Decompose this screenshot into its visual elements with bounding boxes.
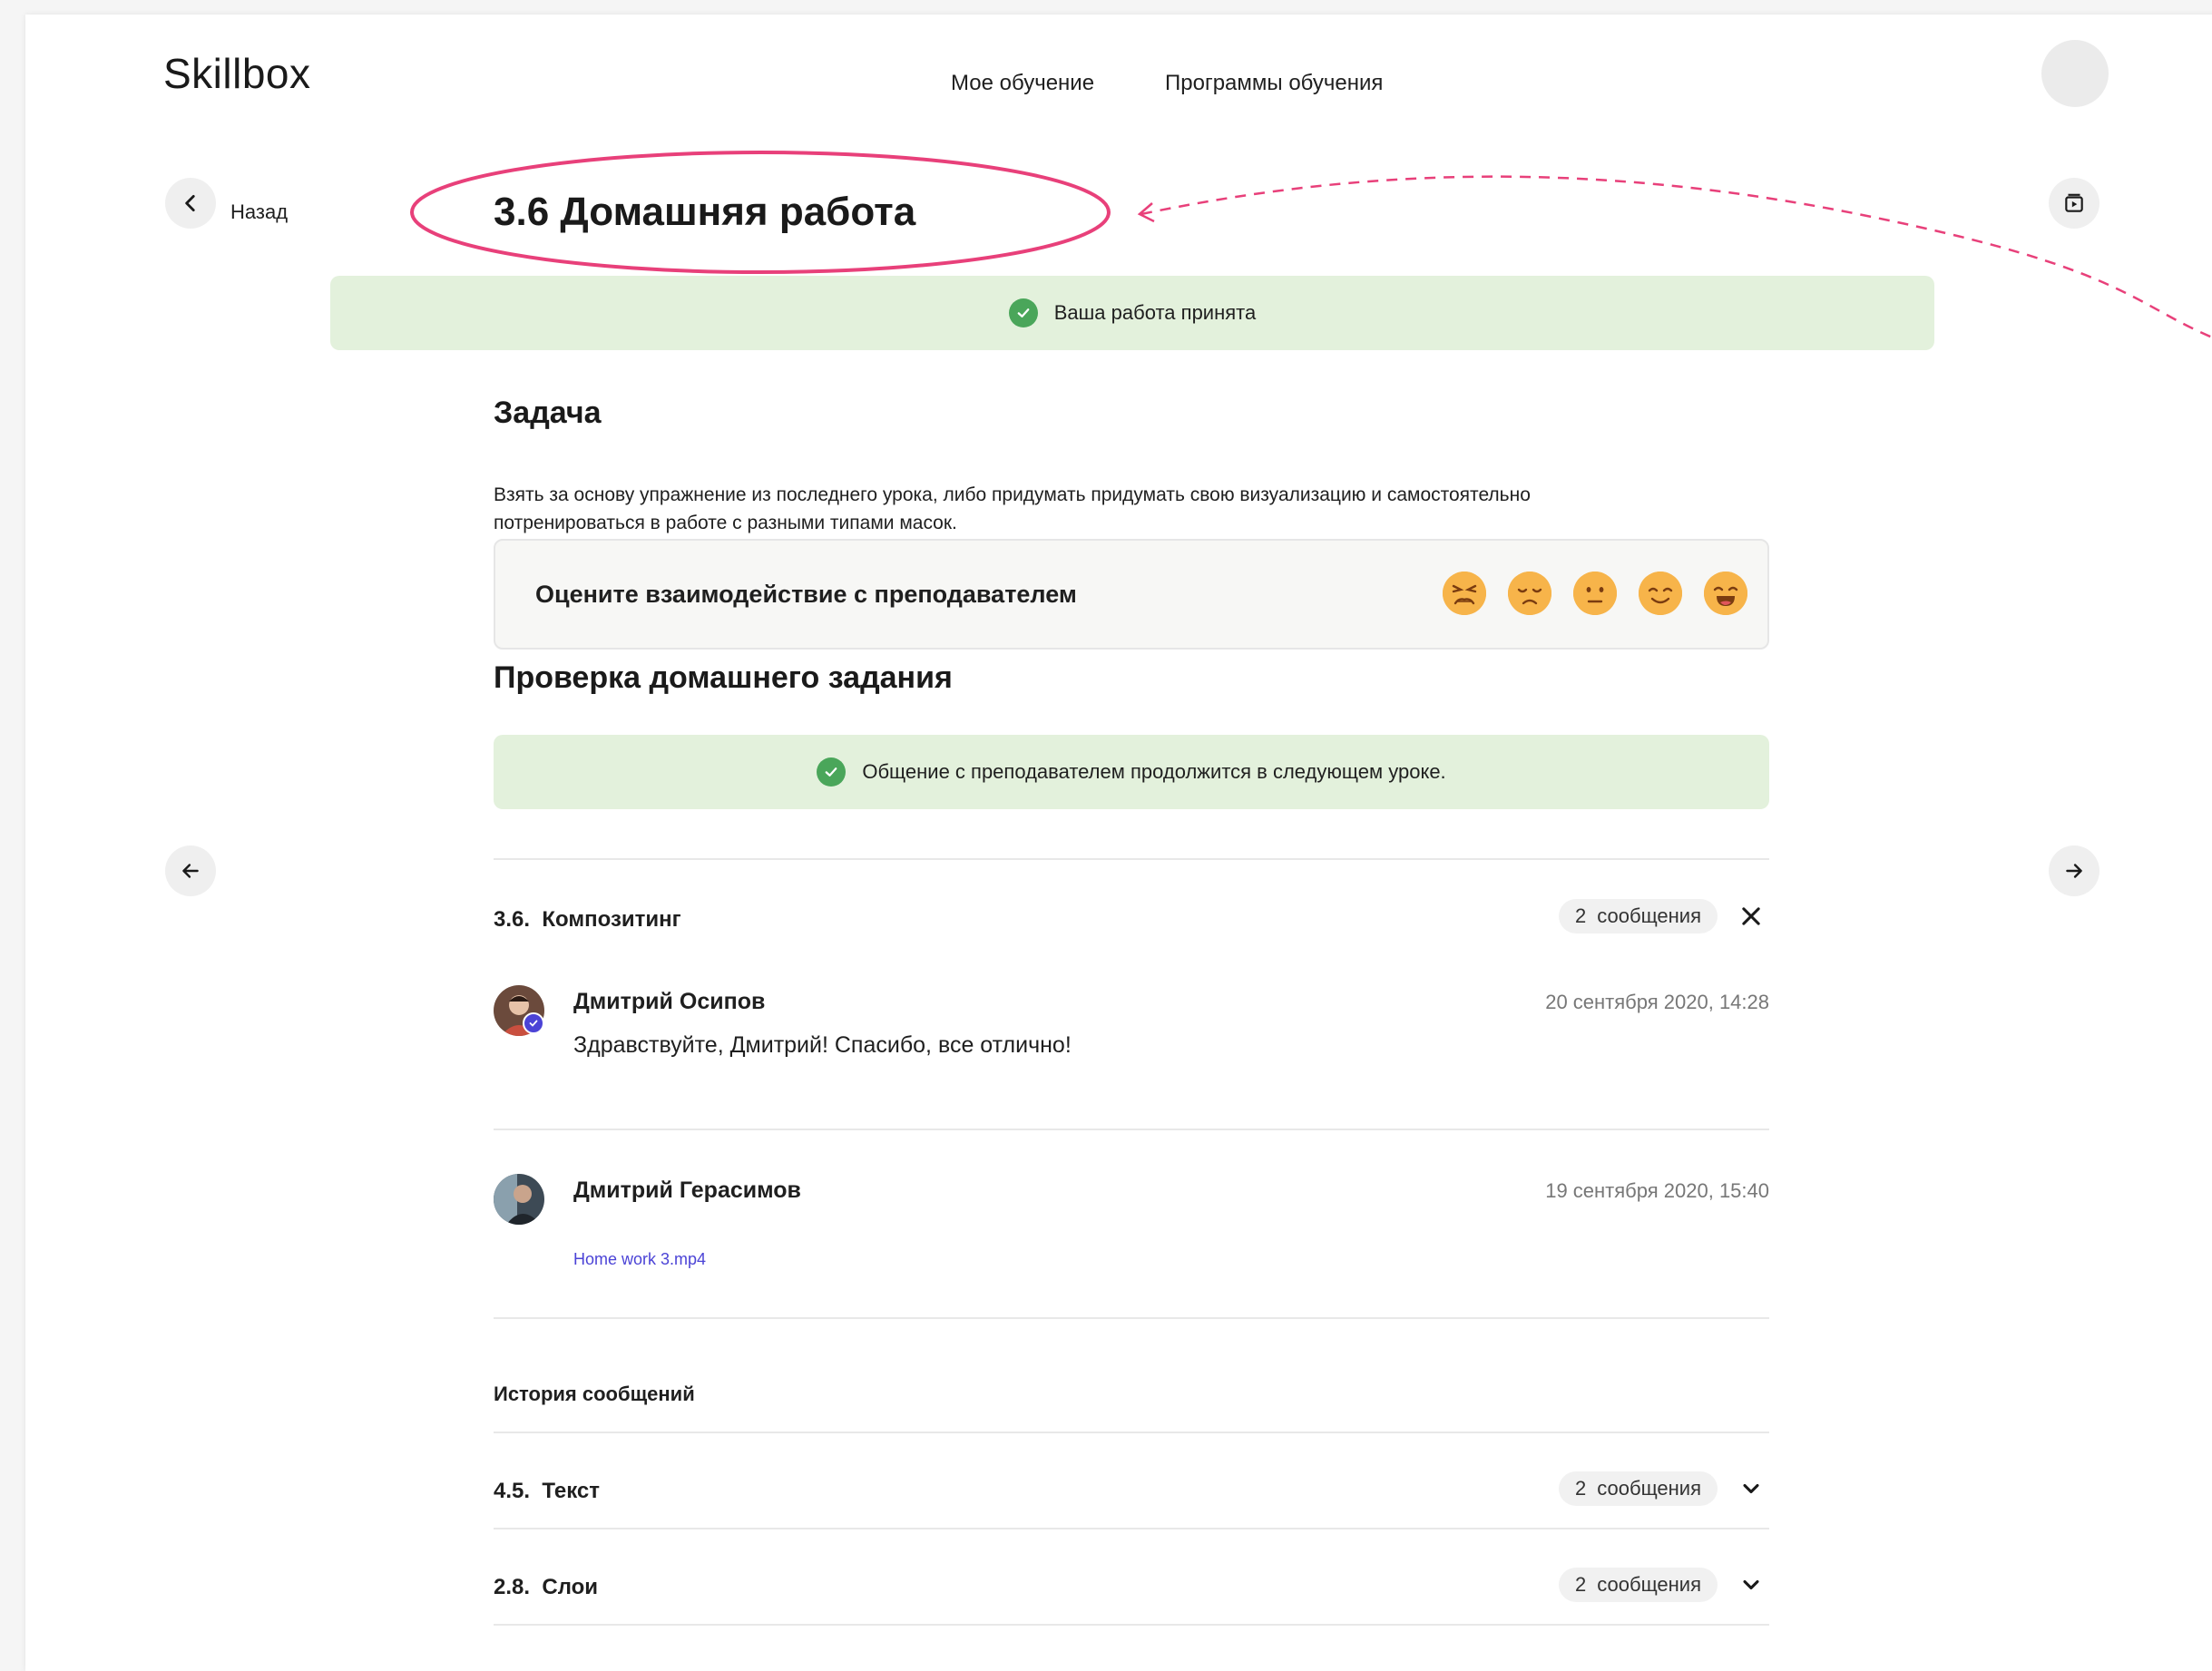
- chevron-down-icon: [1743, 1483, 1759, 1494]
- close-icon: [1742, 907, 1760, 925]
- history-item-number: 4.5.: [494, 1479, 531, 1503]
- message-text: Здравствуйте, Дмитрий! Спасибо, все отли…: [573, 1032, 1072, 1058]
- rating-panel: Оцените взаимодействие с преподавателем: [494, 539, 1769, 650]
- back-label[interactable]: Назад: [230, 200, 288, 224]
- task-description: Взять за основу упражнение из последнего…: [494, 481, 1691, 537]
- review-banner-text: Общение с преподавателем продолжится в с…: [862, 760, 1446, 783]
- history-item-title[interactable]: 2.8. Слои: [494, 1575, 598, 1600]
- divider: [494, 1317, 1769, 1319]
- user-avatar[interactable]: [2041, 40, 2109, 107]
- status-text: Ваша работа принята: [1053, 301, 1257, 324]
- avatar: [494, 1174, 544, 1225]
- message-count-badge: 2 сообщения: [1559, 899, 1718, 933]
- video-materials-button[interactable]: [2049, 178, 2099, 229]
- happy-face-icon[interactable]: [1704, 572, 1747, 615]
- review-banner: Общение с преподавателем продолжится в с…: [494, 735, 1769, 809]
- attachment-link[interactable]: Home work 3.mp4: [573, 1250, 706, 1269]
- message-author: Дмитрий Герасимов: [573, 1178, 801, 1203]
- task-text-line-2: потренироваться в работе с разными типам…: [494, 513, 957, 533]
- message-count-badge: 2 сообщения: [1559, 1471, 1718, 1506]
- nav-my-learning[interactable]: Мое обучение: [951, 71, 1094, 96]
- message-date: 19 сентября 2020, 15:40: [1545, 1179, 1769, 1202]
- divider: [494, 1129, 1769, 1130]
- history-item-name: Слои: [542, 1575, 599, 1599]
- angry-face-icon[interactable]: [1443, 572, 1486, 615]
- divider: [494, 858, 1769, 860]
- history-heading: История сообщений: [494, 1383, 695, 1405]
- check-icon: [817, 757, 847, 787]
- message-count: 2: [1575, 1573, 1587, 1596]
- status-banner: Ваша работа принята: [330, 276, 1934, 350]
- sad-face-icon[interactable]: [1508, 572, 1551, 615]
- close-thread-button[interactable]: [1735, 900, 1767, 933]
- page: Skillbox Мое обучение Программы обучения…: [25, 15, 2212, 1671]
- task-text-line-1: Взять за основу упражнение из последнего…: [494, 484, 1531, 505]
- expand-thread-button[interactable]: [1735, 1568, 1767, 1601]
- divider: [494, 1528, 1769, 1529]
- logo[interactable]: Skillbox: [163, 49, 311, 98]
- message-count-label: сообщения: [1597, 1477, 1702, 1500]
- history-item-title[interactable]: 4.5. Текст: [494, 1479, 600, 1504]
- history-item-number: 2.8.: [494, 1575, 531, 1599]
- message-count: 2: [1575, 904, 1587, 927]
- message-count-label: сообщения: [1597, 1573, 1702, 1596]
- message-count: 2: [1575, 1477, 1587, 1500]
- next-lesson-button[interactable]: [2049, 845, 2099, 896]
- message-count-badge: 2 сообщения: [1559, 1568, 1718, 1602]
- thread-number: 3.6.: [494, 907, 531, 932]
- divider: [494, 1624, 1769, 1626]
- message-count-label: сообщения: [1597, 904, 1702, 927]
- review-heading: Проверка домашнего задания: [494, 660, 953, 695]
- arrow-right-icon: [2066, 864, 2082, 878]
- thread-title: 3.6. Композитинг: [494, 907, 681, 933]
- task-heading: Задача: [494, 396, 602, 430]
- history-item-name: Текст: [542, 1479, 600, 1503]
- neutral-face-icon[interactable]: [1573, 572, 1617, 615]
- arrow-left-icon: [182, 864, 199, 878]
- expand-thread-button[interactable]: [1735, 1472, 1767, 1505]
- rating-label: Оцените взаимодействие с преподавателем: [535, 581, 1077, 608]
- verified-badge-icon: [523, 1012, 544, 1034]
- chevron-left-icon: [185, 195, 195, 211]
- thread-name: Композитинг: [542, 907, 681, 932]
- nav-programs[interactable]: Программы обучения: [1165, 71, 1383, 96]
- divider: [494, 1432, 1769, 1433]
- smiling-face-icon[interactable]: [1639, 572, 1682, 615]
- video-icon: [2065, 193, 2083, 212]
- prev-lesson-button[interactable]: [165, 845, 216, 896]
- message-date: 20 сентября 2020, 14:28: [1545, 991, 1769, 1013]
- chevron-down-icon: [1743, 1579, 1759, 1590]
- message-author: Дмитрий Осипов: [573, 989, 766, 1014]
- back-button[interactable]: [165, 178, 216, 229]
- check-icon: [1008, 298, 1038, 327]
- page-title: 3.6 Домашняя работа: [494, 190, 916, 234]
